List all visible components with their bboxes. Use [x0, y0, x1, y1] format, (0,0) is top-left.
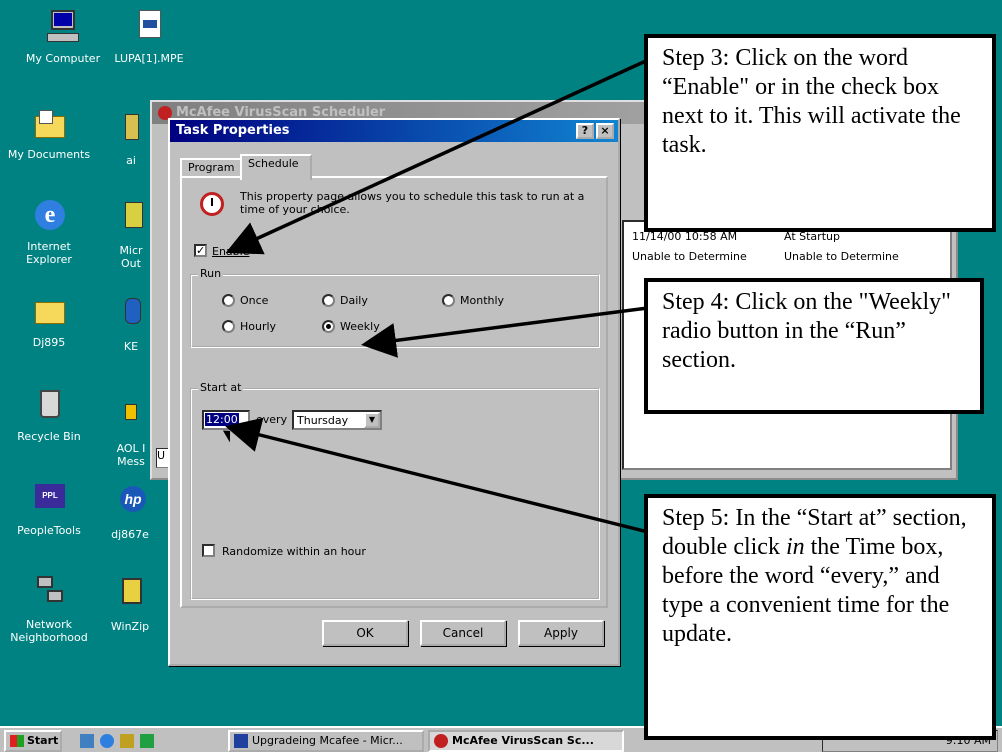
tab-schedule[interactable]: Schedule [240, 154, 312, 180]
step5-text-em: in [785, 534, 805, 560]
step5-callout: Step 5: In the “Start at” section, doubl… [644, 494, 996, 740]
step3-text: Step 3: Click on the word “Enable" or in… [662, 45, 961, 158]
step4-text: Step 4: Click on the "Weekly" radio butt… [662, 289, 951, 373]
step4-callout: Step 4: Click on the "Weekly" radio butt… [644, 278, 984, 414]
step5-arrow [225, 417, 649, 534]
step3-callout: Step 3: Click on the word “Enable" or in… [644, 34, 996, 232]
step4-arrow [361, 306, 649, 358]
